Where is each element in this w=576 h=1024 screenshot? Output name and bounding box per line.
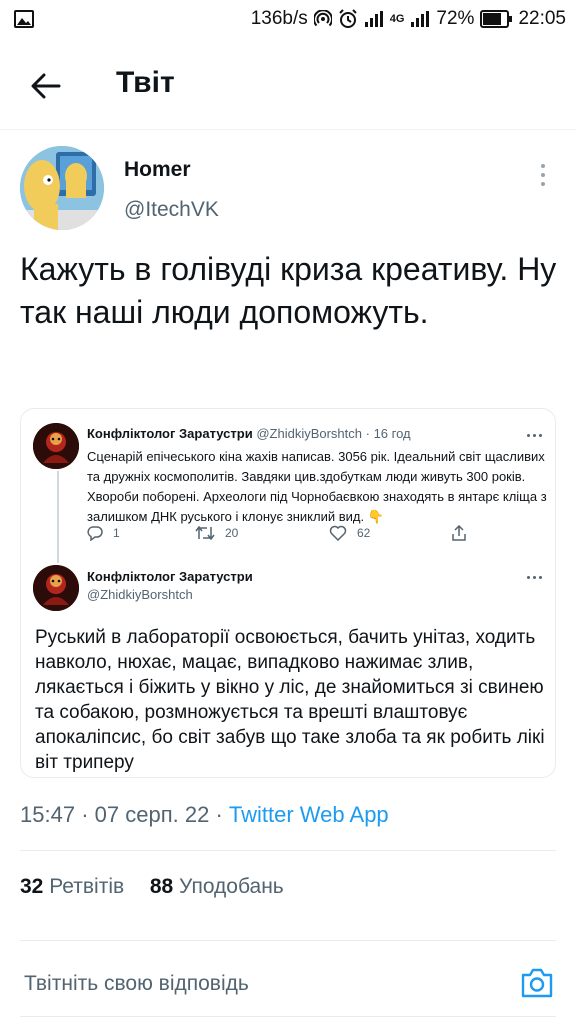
- retweet-button[interactable]: 20: [195, 525, 238, 541]
- heart-icon: [329, 525, 347, 541]
- likes-label: Уподобань: [179, 875, 284, 898]
- more-horizontal-icon-2: [527, 576, 530, 579]
- meta-separator-2: ·: [215, 802, 223, 827]
- camera-button[interactable]: [520, 966, 554, 1000]
- reply-count: 1: [113, 526, 120, 540]
- battery-percent: 72%: [436, 8, 475, 29]
- author-avatar[interactable]: [20, 146, 104, 230]
- tweet-source-link[interactable]: Twitter Web App: [229, 802, 389, 827]
- reply-input[interactable]: Твітніть свою відповідь: [24, 972, 249, 996]
- quoted-more-button-1[interactable]: [527, 434, 542, 437]
- retweets-count: 32: [20, 875, 44, 898]
- more-options-button[interactable]: [530, 160, 556, 190]
- quoted-name-2: Конфліктолог Заратустри: [87, 569, 253, 584]
- signal-icon: [364, 11, 384, 27]
- reply-button[interactable]: 1: [87, 525, 120, 541]
- author-name[interactable]: Homer: [124, 158, 191, 182]
- signal-icon-2: [410, 11, 430, 27]
- meta-separator: ·: [81, 802, 89, 827]
- likes-stat[interactable]: 88 Уподобань: [150, 875, 284, 898]
- tweet-meta: 15:47 · 07 серп. 22 · Twitter Web App: [20, 802, 389, 828]
- more-vertical-icon: [541, 164, 545, 168]
- more-horizontal-icon: [527, 434, 530, 437]
- quoted-handle-1: @ZhidkiyBorshtch: [256, 426, 363, 441]
- tweet-time: 15:47: [20, 802, 76, 827]
- divider-2: [20, 940, 556, 941]
- author-handle[interactable]: @ItechVK: [124, 198, 219, 222]
- hotspot-icon: [313, 10, 332, 28]
- retweet-icon: [195, 525, 215, 541]
- status-bar: 136b/s 4G 72% 22:05: [0, 0, 576, 38]
- retweets-label: Ретвітів: [49, 875, 125, 898]
- quoted-more-button-2[interactable]: [527, 576, 542, 579]
- quoted-age-1: · 16 год: [365, 426, 411, 441]
- quoted-avatar-2: [33, 565, 79, 611]
- quoted-text-2: Руський в лабораторії освоюється, бачить…: [35, 627, 545, 773]
- tweet-stats: 32 Ретвітів 88 Уподобань: [20, 875, 284, 899]
- camera-icon: [521, 968, 553, 998]
- quoted-handle-2-wrap: @ZhidkiyBorshtch: [87, 587, 193, 602]
- page-title: Твіт: [116, 66, 175, 99]
- like-button[interactable]: 62: [329, 525, 370, 541]
- tweet-text: Кажуть в голівуді криза креативу. Ну так…: [20, 251, 557, 330]
- battery-icon: [480, 10, 513, 28]
- quoted-avatar-1: [33, 423, 79, 469]
- gallery-notification-icon: [14, 10, 34, 28]
- reply-icon: [87, 526, 103, 541]
- quoted-name-1: Конфліктолог Заратустри: [87, 426, 253, 441]
- quoted-name-2-wrap: Конфліктолог Заратустри: [87, 569, 253, 584]
- alarm-icon: [338, 9, 358, 29]
- retweets-stat[interactable]: 32 Ретвітів: [20, 875, 130, 898]
- quoted-header-1: Конфліктолог Заратустри @ZhidkiyBorshtch…: [87, 426, 411, 441]
- like-count: 62: [357, 526, 371, 540]
- quoted-handle-2: @ZhidkiyBorshtch: [87, 587, 193, 602]
- quoted-actions: 1 20 62: [87, 525, 487, 545]
- clock: 22:05: [518, 8, 566, 29]
- likes-count: 88: [149, 875, 174, 898]
- quoted-tweet-card[interactable]: Конфліктолог Заратустри @ZhidkiyBorshtch…: [20, 408, 556, 778]
- thread-connector-line: [57, 471, 59, 563]
- back-button[interactable]: [26, 66, 66, 106]
- divider-3: [20, 1016, 556, 1017]
- tweet-date: 07 серп. 22: [94, 802, 210, 827]
- divider: [20, 850, 556, 851]
- arrow-left-icon: [31, 73, 61, 99]
- retweet-count: 20: [225, 526, 239, 540]
- top-app-bar: Твіт: [0, 38, 576, 130]
- quoted-text-1: Сценарій епічеського кіна жахів написав.…: [87, 449, 547, 524]
- share-button[interactable]: [451, 525, 467, 541]
- network-type: 4G: [389, 13, 405, 25]
- network-speed: 136b/s: [250, 8, 308, 29]
- share-icon: [452, 525, 466, 541]
